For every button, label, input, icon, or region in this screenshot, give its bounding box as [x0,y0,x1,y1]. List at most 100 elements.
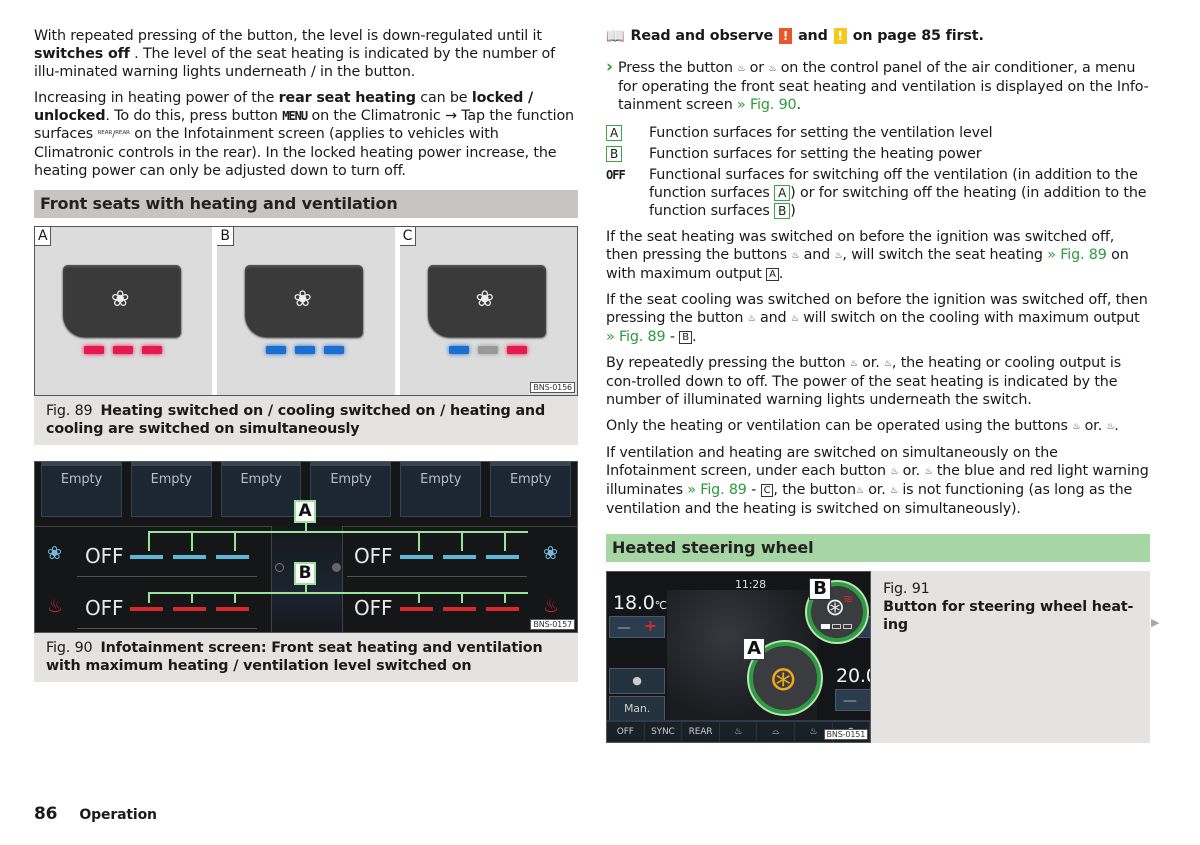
right-seat-heating-icon[interactable]: ♨ [543,597,559,617]
link-fig-89[interactable]: » Fig. 89 [1047,247,1107,263]
panel-letter: B [217,227,234,246]
right-ventilation-off-button[interactable]: OFF [354,545,392,567]
left-seat-heating-icon[interactable]: ♨ [47,597,63,617]
figure-89-caption: Fig. 89 Heating switched on / cooling swi… [34,396,578,445]
empty-preset-tile[interactable]: Empty [400,462,482,517]
right-seat-ventilation-icon[interactable]: ❀ [543,544,558,564]
legend-item-a: A Function surfaces for setting the vent… [606,124,1150,142]
figure-90-infotainment-screen: Empty Empty Empty Empty Empty Empty ❀ OFF OFF… [34,461,578,633]
right-heating-off-button[interactable]: OFF [354,597,392,619]
manual-mode-button[interactable]: Man. [609,696,665,722]
warning-light [295,346,316,354]
bracket-b-tick [461,592,463,603]
windscreen-defrost-button[interactable]: ⌓ [757,722,795,742]
left-seat-button-icon: ♨ [1072,422,1081,432]
footer-section-name: Operation [79,807,157,823]
callout-b: B [294,562,316,585]
left-vent-level-2[interactable] [173,555,206,559]
left-vent-level-3[interactable] [216,555,249,559]
left-seat-button-icon: ♨ [855,486,864,496]
bracket-b-tick [418,592,420,603]
seat-heat-ventilation-icon: ❀ [475,287,494,312]
legend-item-off: OFF Functional surfaces for switching of… [606,167,1147,219]
section-title-heated-steering-wheel: Heated steering wheel [606,534,1150,562]
left-ventilation-off-button[interactable]: OFF [85,545,123,567]
sync-button[interactable]: SYNC [645,722,683,742]
heat-waves-icon: ≋ [843,592,853,606]
warning-lights [266,346,345,354]
left-temp-plus-button[interactable]: + [644,617,657,635]
bracket-a-horizontal [148,531,528,533]
figure-90-caption: Fig. 90 Infotainment screen: Front seat h… [34,633,578,682]
empty-preset-tile[interactable]: Empty [310,462,392,517]
right-vent-level-3[interactable] [486,555,519,559]
seat-heat-ventilation-icon: ❀ [293,287,312,312]
legend-item-b: B Function surfaces for setting the heat… [606,145,1150,163]
empty-preset-tile[interactable]: Empty [41,462,122,517]
right-heat-level-2[interactable] [443,607,476,611]
paragraph-simultaneous: If ventilation and heating are switched … [606,445,1149,517]
callout-a: A [743,638,765,660]
bracket-a-tick [191,531,193,551]
link-fig-89[interactable]: » Fig. 89 [606,329,666,345]
warning-light [448,346,469,354]
right-temp-plus-button[interactable]: + [870,690,871,708]
seat-heat-vent-button[interactable]: ❀ [427,265,546,337]
next-page-arrow-icon[interactable]: ▶ [1151,614,1159,632]
steering-wheel-heat-icon[interactable]: ⊛ [769,660,797,698]
knob-right [332,563,341,572]
empty-preset-tile[interactable]: Empty [130,462,212,517]
seat-heat-vent-button[interactable]: ❀ [63,265,181,337]
bracket-b-tick [191,592,193,603]
warning-lights [84,346,162,354]
left-seat-button-icon: ♨ [849,359,858,369]
left-vent-level-1[interactable] [130,555,163,559]
read-observe-notice: 📖 Read and observe ! and ! on page 85 fi… [606,27,984,45]
page-footer: 86 Operation [34,805,157,824]
right-vent-level-2[interactable] [443,555,476,559]
left-heat-level-2[interactable] [173,607,206,611]
book-icon: 📖 [606,27,625,45]
rear-button[interactable]: REAR [682,722,720,742]
left-temp-minus-button[interactable]: — [617,619,631,637]
right-temp-minus-button[interactable]: — [843,692,857,710]
left-heat-level-1[interactable] [130,607,163,611]
bracket-a-tick [461,531,463,551]
figure-code: BNS-0157 [530,619,575,630]
figure-code: BNS-0151 [823,729,869,740]
right-temp-control[interactable]: — + [835,689,871,711]
empty-preset-tile[interactable]: Empty [490,462,571,517]
warning-light [506,346,527,354]
link-fig-89[interactable]: » Fig. 89 [687,482,747,498]
bracket-a-stem [305,522,307,532]
figure-code: BNS-0156 [530,382,575,393]
climate-off-button[interactable]: OFF [607,722,645,742]
warning-lights [448,346,527,354]
panel-letter: A [35,227,52,246]
warning-light [266,346,287,354]
seat-heat-vent-button[interactable]: ❀ [245,265,364,337]
link-fig-90[interactable]: » Fig. 90 [737,97,797,113]
bracket-b-tick [234,592,236,603]
right-heat-level-3[interactable] [486,607,519,611]
knob-left [275,563,284,572]
figure-89-seat-buttons: A ❀ B ❀ C ❀ BNS-0156 [34,226,578,396]
left-seat-ventilation-icon[interactable]: ❀ [47,544,62,564]
bracket-a-tick [504,531,506,551]
fig89-panel-b: B ❀ [217,227,395,395]
section-title-front-seats: Front seats with heating and ventilation [34,190,578,218]
left-heating-off-button[interactable]: OFF [85,597,123,619]
right-heat-level-1[interactable] [400,607,433,611]
empty-preset-tile[interactable]: Empty [220,462,302,517]
bracket-a-tick [148,531,150,551]
bracket-a-tick [418,531,420,551]
warning-red-icon: ! [779,28,793,44]
right-column: 📖 Read and observe ! and ! on page 85 fi… [606,27,1150,743]
left-heat-level-3[interactable] [216,607,249,611]
air-distribution-button[interactable]: ● [609,668,665,694]
panel-letter: C [399,227,417,246]
paragraph-repeated-press: By repeatedly pressing the button ♨ or. … [606,355,1122,408]
seat-heating-button[interactable]: ♨ [720,722,758,742]
left-temp-control[interactable]: — + [609,616,665,638]
right-vent-level-1[interactable] [400,555,433,559]
